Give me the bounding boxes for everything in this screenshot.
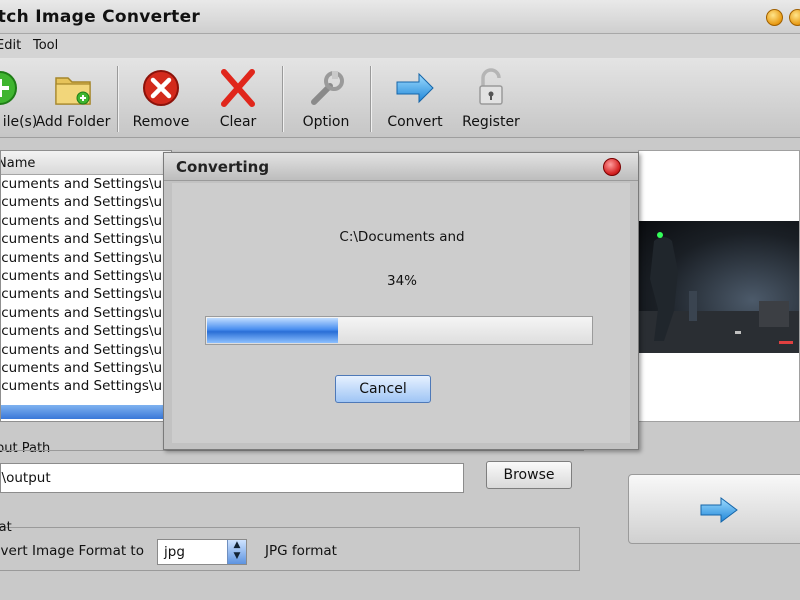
table-row[interactable]: ocuments and Settings\up: [1, 322, 171, 340]
clear-button[interactable]: Clear: [198, 64, 278, 134]
table-row[interactable]: ocuments and Settings\up: [1, 285, 171, 303]
register-label: Register: [462, 114, 520, 130]
converting-file-text: C:\Documents and: [339, 229, 465, 245]
convert-label: Convert: [387, 114, 443, 130]
clear-icon: [221, 69, 255, 107]
dialog-body: [172, 183, 630, 443]
convert-button[interactable]: Convert: [375, 64, 455, 134]
progress-bar: [205, 316, 593, 345]
format-select-value: jpg: [164, 544, 185, 560]
horizontal-scrollbar[interactable]: [1, 405, 171, 419]
window-title: atch Image Converter: [0, 7, 201, 27]
progress-bar-fill: [207, 318, 338, 343]
lock-icon: [479, 68, 503, 105]
clear-label: Clear: [219, 114, 257, 130]
converting-dialog: Converting C:\Documents and 34% Cancel: [163, 152, 639, 450]
arrow-right-icon: [396, 72, 434, 104]
preview-scene: [639, 232, 799, 353]
output-path-value: :\output: [0, 470, 51, 486]
table-row[interactable]: ocuments and Settings\up: [1, 377, 171, 395]
toolbar-separator: [370, 66, 372, 132]
remove-button[interactable]: Remove: [121, 64, 201, 134]
menu-edit[interactable]: Edit: [0, 38, 21, 53]
maximize-button[interactable]: [789, 9, 800, 26]
close-icon[interactable]: [603, 158, 621, 176]
dialog-title: Converting: [176, 158, 270, 176]
table-row[interactable]: ocuments and Settings\up: [1, 341, 171, 359]
remove-label: Remove: [132, 114, 190, 130]
register-button[interactable]: Register: [451, 64, 531, 134]
preview-image: [639, 221, 799, 353]
table-row[interactable]: ocuments and Settings\up: [1, 175, 171, 193]
title-bar: atch Image Converter: [0, 0, 800, 34]
table-row[interactable]: ocuments and Settings\up: [1, 230, 171, 248]
option-label: Option: [302, 114, 350, 130]
folder-icon: [55, 77, 91, 105]
toolbar-separator: [282, 66, 284, 132]
add-folder-button[interactable]: Add Folder: [33, 64, 113, 134]
remove-icon: [143, 70, 179, 106]
table-row[interactable]: ocuments and Settings\up: [1, 212, 171, 230]
column-header-name[interactable]: Name: [1, 151, 171, 175]
progress-percent: 34%: [386, 273, 417, 289]
menu-bar: Edit Tool: [0, 34, 800, 58]
menu-tool[interactable]: Tool: [33, 38, 58, 53]
chevron-updown-icon[interactable]: ▲ ▼: [227, 540, 246, 564]
table-row[interactable]: ocuments and Settings\up: [1, 193, 171, 211]
add-folder-label: Add Folder: [35, 114, 111, 130]
preview-panel: [638, 150, 800, 422]
convert-format-label: nvert Image Format to: [0, 543, 144, 559]
toolbar: ile(s) Add Folder Remove Clear Option Co…: [0, 58, 800, 138]
cancel-button[interactable]: Cancel: [335, 375, 431, 403]
format-select[interactable]: jpg ▲ ▼: [157, 539, 247, 565]
table-row[interactable]: ocuments and Settings\up: [1, 304, 171, 322]
toolbar-separator: [117, 66, 119, 132]
output-path-input[interactable]: :\output: [0, 463, 464, 493]
table-row[interactable]: ocuments and Settings\up: [1, 249, 171, 267]
browse-button[interactable]: Browse: [486, 461, 572, 489]
format-description: JPG format: [265, 543, 337, 559]
group-divider: [0, 450, 584, 451]
option-button[interactable]: Option: [286, 64, 366, 134]
minimize-button[interactable]: [766, 9, 783, 26]
file-list[interactable]: Name ocuments and Settings\up ocuments a…: [0, 150, 172, 422]
arrow-right-icon: [700, 497, 738, 523]
wrench-icon: [311, 71, 344, 105]
start-convert-button[interactable]: [628, 474, 800, 544]
column-header-label: Name: [0, 156, 36, 171]
format-group-label: mat: [0, 520, 12, 535]
dialog-title-bar: Converting: [164, 153, 638, 181]
add-files-icon: [0, 71, 17, 105]
table-row[interactable]: ocuments and Settings\up: [1, 267, 171, 285]
output-path-label: put Path: [0, 441, 51, 456]
table-row[interactable]: ocuments and Settings\up: [1, 359, 171, 377]
